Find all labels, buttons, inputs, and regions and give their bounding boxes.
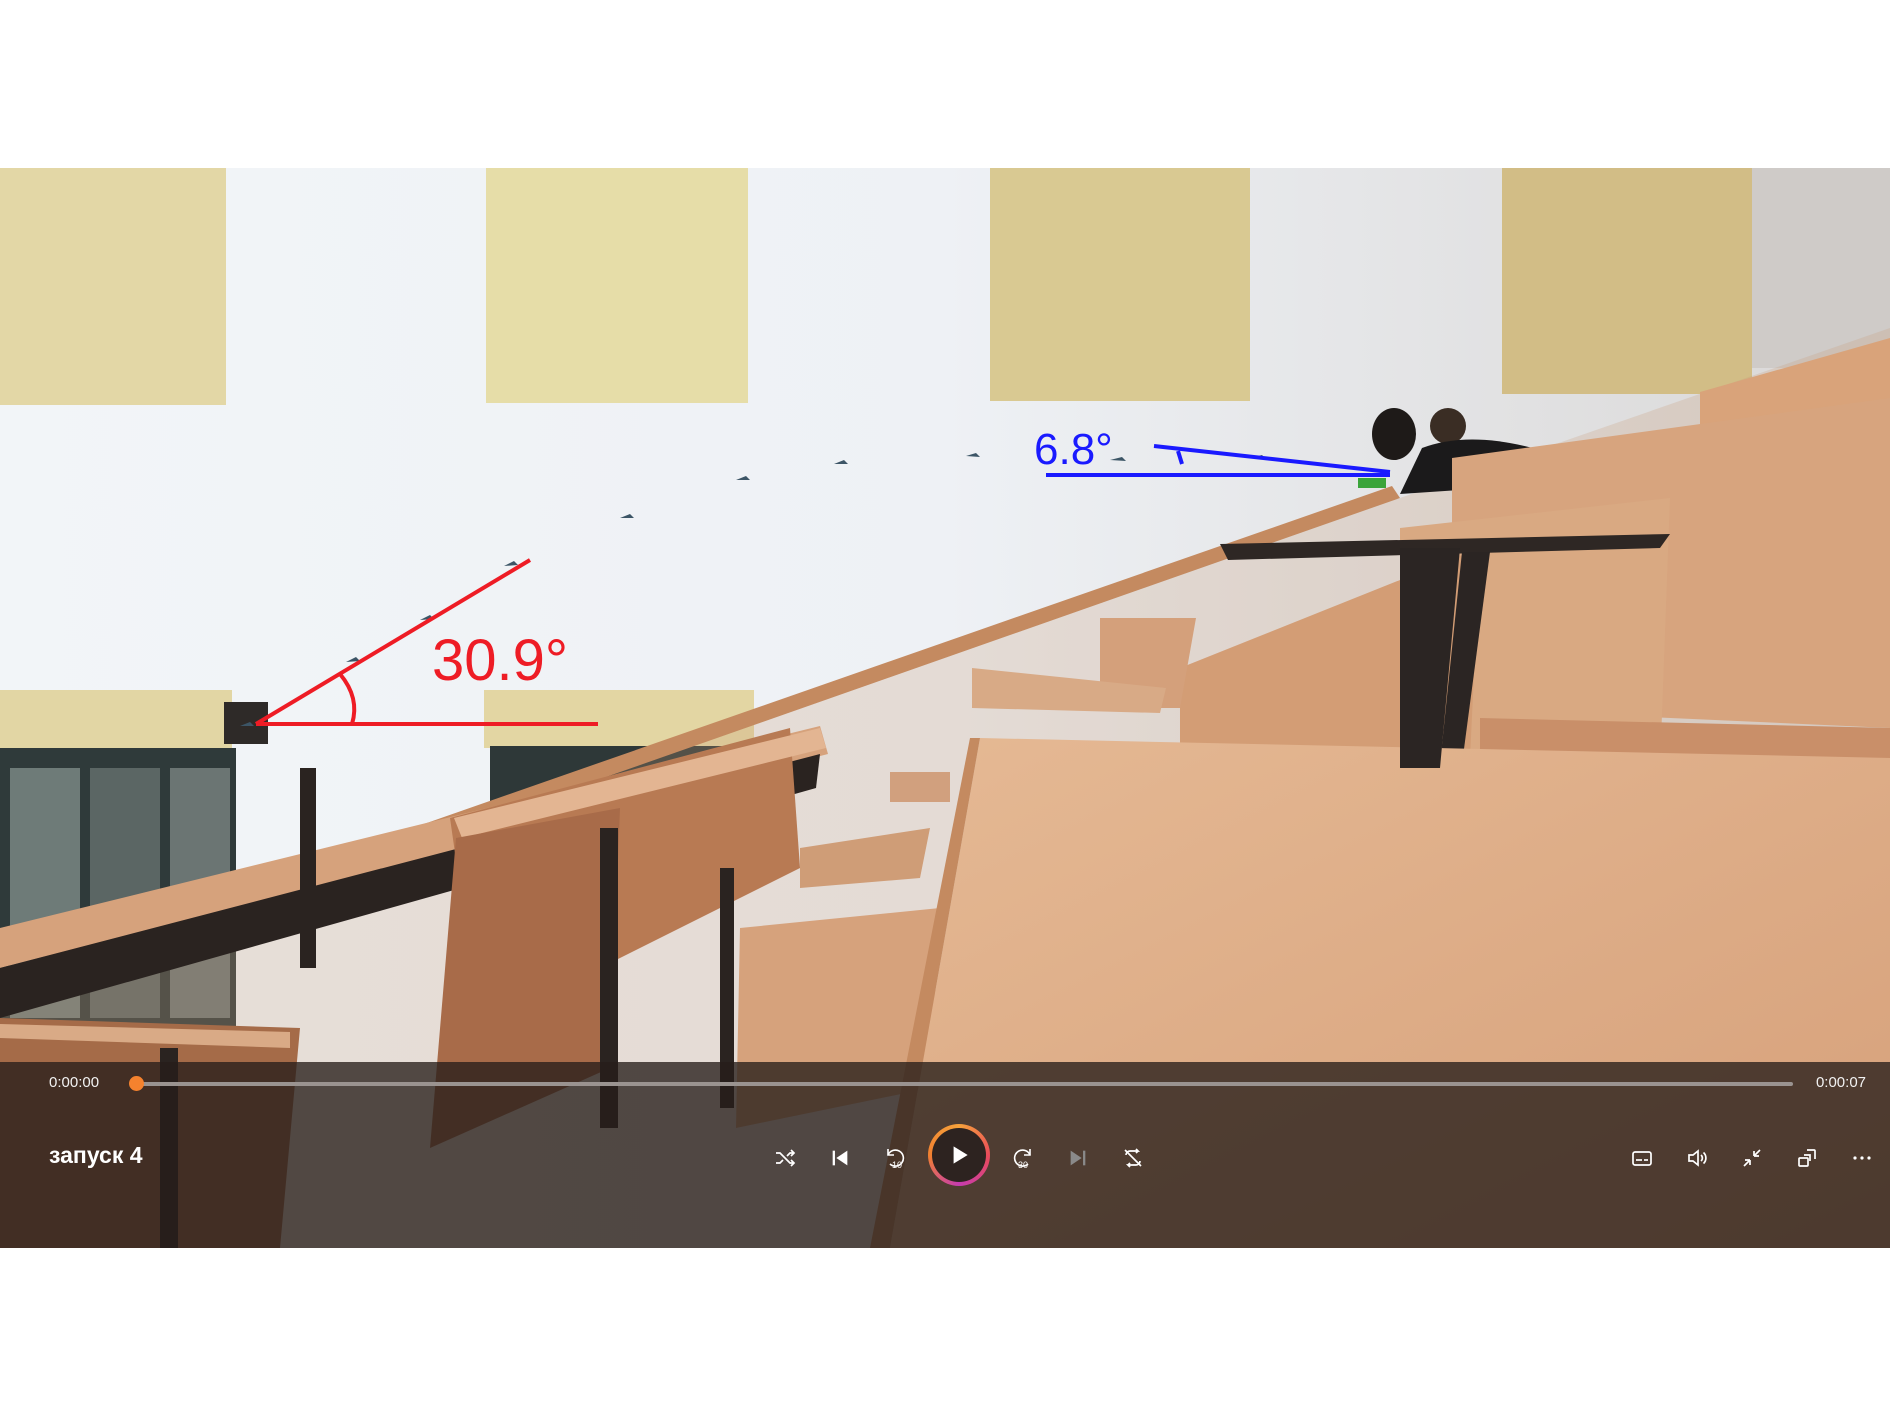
seek-bar[interactable] bbox=[137, 1082, 1793, 1086]
backpack bbox=[1372, 408, 1416, 460]
more-options-button[interactable] bbox=[1840, 1136, 1884, 1180]
exit-fullscreen-icon bbox=[1743, 1149, 1761, 1167]
rewind-10-button[interactable]: 10 bbox=[873, 1136, 917, 1180]
mini-player-icon bbox=[1798, 1149, 1816, 1167]
next-button[interactable] bbox=[1056, 1136, 1100, 1180]
wall-panel bbox=[0, 168, 226, 405]
video-title: запуск 4 bbox=[49, 1142, 143, 1168]
right-angle-text: 6.8° bbox=[1034, 425, 1113, 474]
skip-previous-icon bbox=[832, 1150, 848, 1166]
seek-thumb[interactable] bbox=[129, 1076, 144, 1091]
skip-next-icon bbox=[1070, 1150, 1086, 1166]
wall-panel bbox=[990, 168, 1250, 401]
person-head bbox=[1430, 408, 1466, 444]
forward-30-icon: 30 bbox=[1013, 1149, 1031, 1170]
play-button[interactable] bbox=[928, 1124, 990, 1186]
mini-player-button[interactable] bbox=[1785, 1136, 1829, 1180]
subtitles-button[interactable] bbox=[1620, 1136, 1664, 1180]
shuffle-button[interactable] bbox=[763, 1136, 807, 1180]
repeat-off-button[interactable] bbox=[1111, 1136, 1155, 1180]
svg-text:10: 10 bbox=[892, 1160, 902, 1170]
blind bbox=[0, 690, 232, 750]
volume-button[interactable] bbox=[1675, 1136, 1719, 1180]
volume-icon bbox=[1688, 1149, 1707, 1167]
wall-panel bbox=[486, 168, 748, 403]
more-icon bbox=[1853, 1156, 1871, 1160]
forward-30-button[interactable]: 30 bbox=[1001, 1136, 1045, 1180]
rewind-10-icon: 10 bbox=[887, 1149, 905, 1170]
play-icon bbox=[953, 1146, 968, 1164]
subtitles-icon bbox=[1632, 1151, 1652, 1166]
repeat-off-icon bbox=[1124, 1148, 1142, 1168]
svg-text:30: 30 bbox=[1018, 1160, 1028, 1170]
previous-button[interactable] bbox=[818, 1136, 862, 1180]
shuffle-icon bbox=[776, 1149, 796, 1167]
exit-fullscreen-button[interactable] bbox=[1730, 1136, 1774, 1180]
time-elapsed: 0:00:00 bbox=[49, 1074, 100, 1091]
time-total: 0:00:07 bbox=[1815, 1074, 1866, 1091]
left-angle-text: 30.9° bbox=[432, 628, 568, 693]
media-player-page: 30.9° 6.8° 0:00:00 0:00:07 запуск 4 10 3… bbox=[0, 0, 1890, 1417]
wall-panel bbox=[1502, 168, 1752, 394]
transport-controls: 0:00:00 0:00:07 запуск 4 10 30 bbox=[0, 1062, 1890, 1248]
